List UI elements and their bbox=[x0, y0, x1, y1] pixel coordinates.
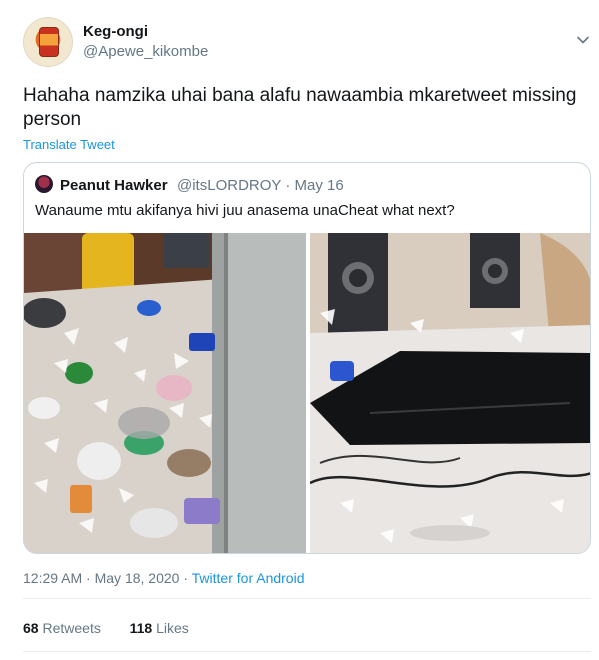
divider bbox=[23, 651, 591, 652]
avatar[interactable] bbox=[23, 17, 73, 67]
meta-separator: · bbox=[86, 570, 91, 586]
source-app-link[interactable]: Twitter for Android bbox=[192, 570, 305, 586]
quoted-avatar[interactable] bbox=[35, 175, 53, 193]
retweets-label: Retweets bbox=[42, 620, 101, 636]
quoted-text: Wanaume mtu akifanya hivi juu anasema un… bbox=[35, 202, 455, 219]
tweet-card: Keg-ongi @Apewe_kikombe Hahaha namzika u… bbox=[0, 0, 599, 660]
jar-avatar-icon bbox=[39, 27, 59, 57]
retweets-stat[interactable]: 68 Retweets bbox=[23, 620, 105, 636]
likes-count: 118 bbox=[129, 620, 153, 636]
retweets-count: 68 bbox=[23, 620, 39, 636]
quoted-handle: @itsLORDROY bbox=[177, 177, 282, 194]
media-photo-right[interactable] bbox=[310, 233, 590, 553]
meta-separator: · bbox=[183, 570, 189, 586]
quoted-meta: @itsLORDROY · May 16 bbox=[177, 177, 344, 194]
likes-label: Likes bbox=[156, 620, 189, 636]
tweet-time[interactable]: 12:29 AM bbox=[23, 570, 82, 586]
author-name[interactable]: Keg-ongi bbox=[83, 23, 148, 40]
chevron-down-icon[interactable] bbox=[576, 33, 590, 47]
tweet-text: Hahaha namzika uhai bana alafu nawaambia… bbox=[23, 85, 577, 130]
tweet-date[interactable]: May 18, 2020 bbox=[95, 570, 180, 586]
divider bbox=[23, 598, 591, 599]
quoted-tweet[interactable]: Peanut Hawker @itsLORDROY · May 16 Wanau… bbox=[23, 162, 591, 554]
quoted-date: May 16 bbox=[294, 177, 344, 194]
engagement-stats: 68 Retweets 118 Likes bbox=[23, 620, 189, 636]
quoted-separator: · bbox=[285, 177, 291, 194]
tweet-timestamp: 12:29 AM · May 18, 2020 · Twitter for An… bbox=[23, 570, 304, 586]
media-photo-left[interactable] bbox=[24, 233, 306, 553]
author-handle[interactable]: @Apewe_kikombe bbox=[83, 43, 208, 60]
likes-stat[interactable]: 118 Likes bbox=[130, 620, 189, 636]
quoted-author-name: Peanut Hawker bbox=[60, 177, 168, 194]
translate-tweet-link[interactable]: Translate Tweet bbox=[23, 137, 115, 152]
